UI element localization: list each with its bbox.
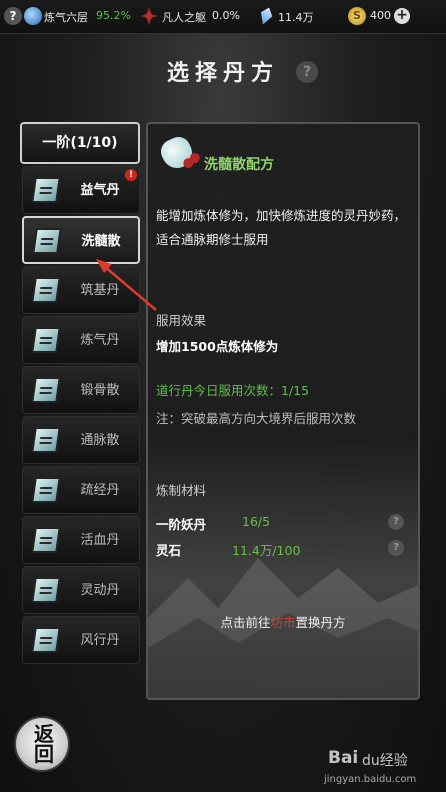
materials-heading: 炼制材料 bbox=[156, 483, 207, 498]
gold-coin-icon: S bbox=[348, 7, 366, 25]
recipe-item-shujing[interactable]: 疏经丹 bbox=[22, 466, 140, 514]
recipe-item-label: 风行丹 bbox=[80, 633, 120, 648]
add-gold-button[interactable]: + bbox=[394, 8, 410, 24]
usage-note: 注：突破最高方向大境界后服用次数 bbox=[156, 411, 357, 426]
gold-count: 400 bbox=[370, 9, 391, 22]
material-qty: 16/5 bbox=[242, 514, 271, 529]
recipe-scroll-icon bbox=[31, 527, 61, 553]
recipe-item-label: 洗髓散 bbox=[81, 234, 121, 249]
recipe-item-label: 通脉散 bbox=[80, 433, 120, 448]
body-progress: 0.0% bbox=[212, 9, 240, 22]
baidu-watermark: Bai du经验 jingyan.baidu.com bbox=[304, 748, 444, 788]
recipe-item-label: 活血丹 bbox=[80, 533, 120, 548]
title-help-icon[interactable]: ? bbox=[296, 61, 318, 83]
body-emblem-icon bbox=[140, 7, 158, 25]
recipe-scroll-icon bbox=[31, 627, 61, 653]
help-icon[interactable]: ? bbox=[4, 7, 22, 25]
recipe-item-tongmai[interactable]: 通脉散 bbox=[22, 416, 140, 464]
recipe-scroll-icon bbox=[31, 327, 61, 353]
body-label: 凡人之躯 bbox=[162, 11, 206, 24]
watermark-url: jingyan.baidu.com bbox=[324, 774, 417, 785]
material-name: 一阶妖丹 bbox=[156, 517, 207, 532]
alert-badge-icon: ! bbox=[125, 169, 137, 181]
shop-hint-before: 点击前往 bbox=[220, 615, 271, 630]
material-help-icon[interactable]: ? bbox=[388, 540, 404, 556]
recipe-list: 益气丹 ! 洗髓散 筑基丹 炼气丹 锻骨散 通脉散 疏经丹 活血丹 灵动丹 风行… bbox=[22, 166, 140, 666]
recipe-scroll-icon bbox=[31, 377, 61, 403]
realm-progress: 95.2% bbox=[96, 9, 131, 22]
back-label-line2: 回 bbox=[34, 742, 54, 766]
material-row: 灵石 11.4万/100 ? bbox=[156, 540, 412, 560]
elixir-gourd-icon bbox=[157, 133, 197, 173]
back-button[interactable]: 返 回 bbox=[14, 716, 70, 772]
spirit-stone-icon bbox=[257, 5, 274, 26]
shop-hint: 点击前往坊市置换丹方 bbox=[148, 612, 418, 631]
recipe-item-lingdong[interactable]: 灵动丹 bbox=[22, 566, 140, 614]
effect-heading: 服用效果 bbox=[156, 313, 207, 328]
recipe-item-label: 筑基丹 bbox=[80, 283, 120, 298]
recipe-item-huoxue[interactable]: 活血丹 bbox=[22, 516, 140, 564]
recipe-scroll-icon bbox=[31, 177, 61, 203]
material-name: 灵石 bbox=[156, 543, 182, 558]
back-label: 返 回 bbox=[16, 724, 72, 764]
recipe-scroll-icon bbox=[31, 477, 61, 503]
recipe-item-fengxing[interactable]: 风行丹 bbox=[22, 616, 140, 664]
recipe-scroll-icon bbox=[31, 277, 61, 303]
recipe-description: 能增加炼体修为，加快修炼进度的灵丹妙药，适合通脉期修士服用 bbox=[156, 208, 407, 247]
recipe-item-zhuji[interactable]: 筑基丹 bbox=[22, 266, 140, 314]
recipe-item-yiqi[interactable]: 益气丹 ! bbox=[22, 166, 140, 214]
material-qty: 11.4万/100 bbox=[232, 543, 301, 558]
recipe-item-duangu[interactable]: 锻骨散 bbox=[22, 366, 140, 414]
recipe-scroll-icon bbox=[32, 228, 62, 254]
back-label-line1: 返 bbox=[34, 722, 54, 746]
recipe-detail-panel: 洗髓散配方 能增加炼体修为，加快修炼进度的灵丹妙药，适合通脉期修士服用 服用效果… bbox=[146, 122, 420, 700]
shop-hint-after: 置换丹方 bbox=[295, 615, 346, 630]
page-title: 选择丹方 bbox=[166, 60, 279, 86]
shop-link[interactable]: 坊市 bbox=[270, 615, 295, 630]
recipe-scroll-icon bbox=[31, 577, 61, 603]
recipe-item-label: 疏经丹 bbox=[80, 483, 120, 498]
cultivation-orb-icon bbox=[24, 7, 42, 25]
recipe-item-label: 灵动丹 bbox=[80, 583, 120, 598]
spirit-stone-count: 11.4万 bbox=[278, 11, 314, 24]
watermark-paw: du经验 bbox=[362, 753, 408, 769]
recipe-scroll-icon bbox=[31, 427, 61, 453]
material-row: 一阶妖丹 16/5 ? bbox=[156, 514, 412, 534]
recipe-item-label: 炼气丹 bbox=[80, 333, 120, 348]
daily-usage: 道行丹今日服用次数：1/15 bbox=[156, 383, 310, 398]
recipe-item-label: 锻骨散 bbox=[80, 383, 120, 398]
realm-label: 炼气六层 bbox=[44, 11, 88, 24]
recipe-item-lianqi[interactable]: 炼气丹 bbox=[22, 316, 140, 364]
recipe-title: 洗髓散配方 bbox=[204, 157, 274, 173]
material-help-icon[interactable]: ? bbox=[388, 514, 404, 530]
recipe-item-xisui[interactable]: 洗髓散 bbox=[22, 216, 140, 264]
top-status-bar: ? 炼气六层 95.2% 凡人之躯 0.0% 11.4万 S 400 + bbox=[0, 0, 446, 34]
tier-tab[interactable]: 一阶(1/10) bbox=[20, 122, 140, 164]
watermark-main: Bai bbox=[328, 748, 359, 768]
effect-value: 增加1500点炼体修为 bbox=[156, 339, 279, 354]
